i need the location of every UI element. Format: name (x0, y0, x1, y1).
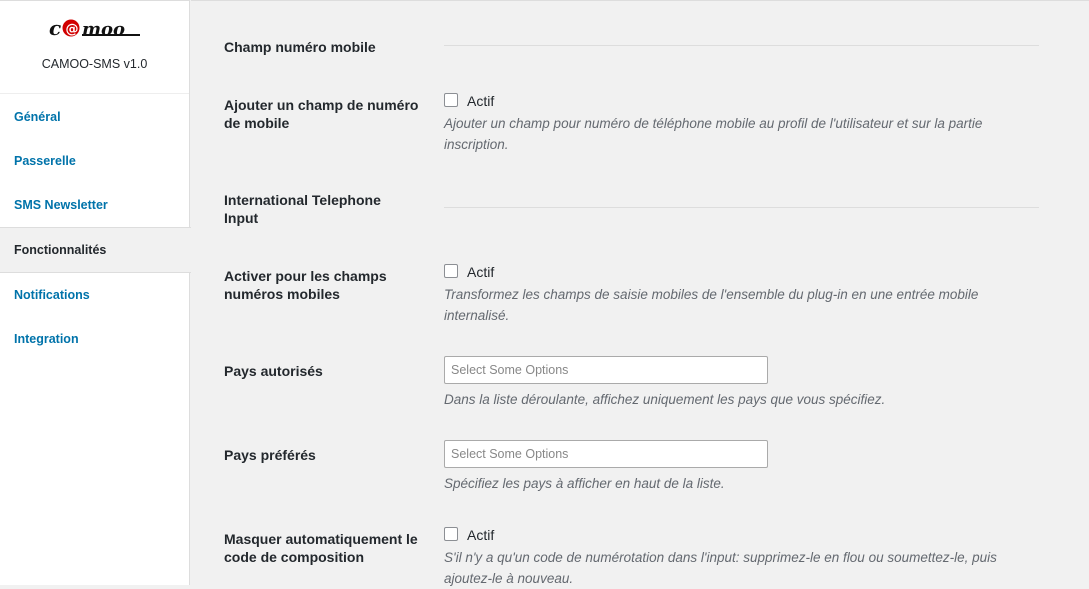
enable-intl-label: Activer pour les champs numéros mobiles (224, 268, 387, 302)
enable-intl-checkbox-label[interactable]: Actif (467, 263, 494, 281)
nav-item-fonctionnalites[interactable]: Fonctionnalités (0, 227, 191, 273)
add-mobile-field-label: Ajouter un champ de numéro de mobile (224, 97, 419, 131)
svg-text:moo: moo (82, 19, 125, 40)
auto-hide-dial-code-checkbox[interactable] (444, 527, 458, 541)
auto-hide-dial-code-checkbox-label[interactable]: Actif (467, 526, 494, 544)
nav-item-integration[interactable]: Integration (0, 317, 190, 361)
logo-area: c @ moo CAMOO-SMS v1.0 (0, 1, 189, 94)
allowed-countries-select[interactable]: Select Some Options (444, 356, 768, 384)
enable-intl-description: Transformez les champs de saisie mobiles… (444, 287, 979, 323)
nav-item-notifications[interactable]: Notifications (0, 273, 190, 317)
enable-intl-checkbox[interactable] (444, 264, 458, 278)
section-title-intl-tel-input: International Telephone Input (224, 192, 381, 226)
camoo-logo: c @ moo (49, 17, 140, 40)
add-mobile-field-description: Ajouter un champ pour numéro de téléphon… (444, 116, 983, 152)
sidebar: c @ moo CAMOO-SMS v1.0 Général Passerell… (0, 0, 191, 585)
settings-panel: Champ numéro mobile Ajouter un champ de … (191, 0, 1089, 586)
preferred-countries-label: Pays préférés (224, 447, 316, 463)
plugin-version: CAMOO-SMS v1.0 (41, 57, 148, 71)
svg-text:c: c (49, 17, 61, 40)
allowed-countries-label: Pays autorisés (224, 363, 323, 379)
nav-item-passerelle[interactable]: Passerelle (0, 139, 190, 183)
nav-item-sms-newsletter[interactable]: SMS Newsletter (0, 183, 190, 227)
section-divider (444, 207, 1039, 208)
svg-text:@: @ (66, 22, 79, 37)
allowed-countries-description: Dans la liste déroulante, affichez uniqu… (444, 392, 886, 407)
preferred-countries-select[interactable]: Select Some Options (444, 440, 768, 468)
auto-hide-dial-code-label: Masquer automatiquement le code de compo… (224, 531, 418, 565)
preferred-countries-description: Spécifiez les pays à afficher en haut de… (444, 476, 725, 491)
section-divider (444, 45, 1039, 46)
add-mobile-field-checkbox[interactable] (444, 93, 458, 107)
section-title-mobile-field: Champ numéro mobile (224, 39, 376, 55)
nav-item-general[interactable]: Général (0, 95, 190, 139)
add-mobile-field-checkbox-label[interactable]: Actif (467, 92, 494, 110)
auto-hide-dial-code-description: S'il n'y a qu'un code de numérotation da… (444, 550, 997, 586)
